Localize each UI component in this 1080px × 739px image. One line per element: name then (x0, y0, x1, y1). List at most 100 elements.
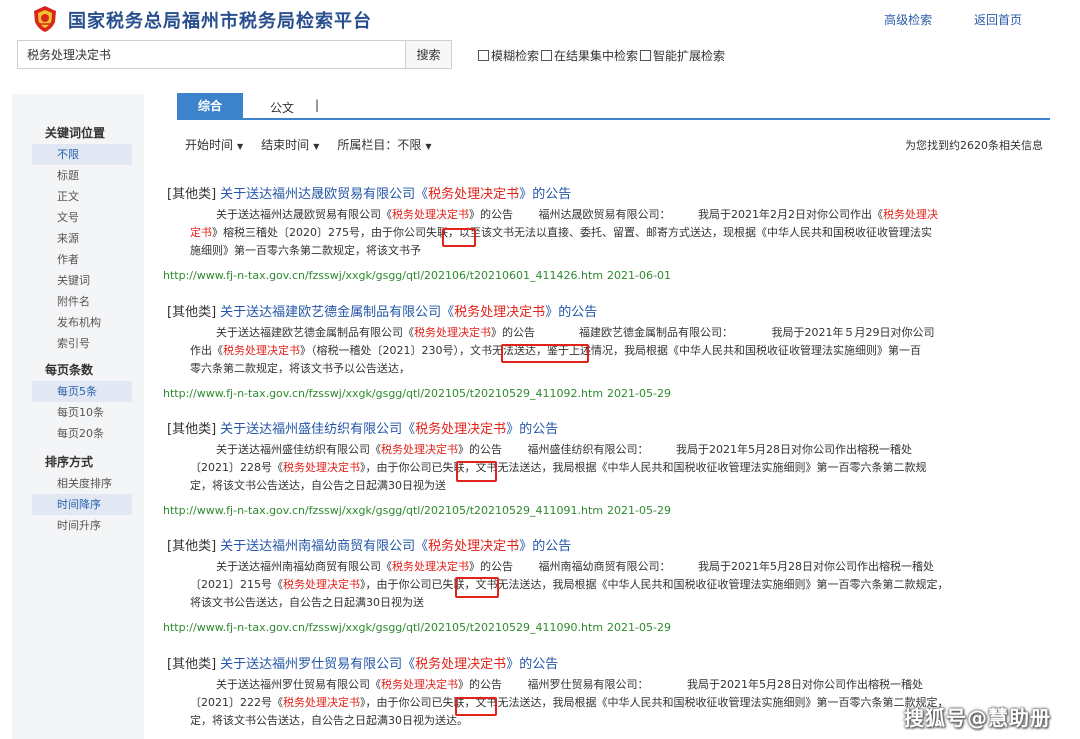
snippet-highlight: 税务处理决 (883, 208, 938, 221)
snippet-text: 》，由于你公司已失联，文书无法送达，我局根据《中华人民共和国税收征收管理法实施细… (360, 461, 927, 474)
search-in-results-label: 在结果集中检索 (554, 49, 639, 63)
result-snippet-line: 施细则》第一百零六条第二款规定，将该文书予 (190, 242, 421, 258)
result-url-text: http://www.fj-n-tax.gov.cn/fzsswj/xxgk/g… (163, 621, 604, 634)
start-time-label: 开始时间 (185, 138, 234, 152)
result-title-part: 税务处理决定书 (415, 657, 507, 672)
sidebar-item-kw-any[interactable]: 不限 (32, 144, 132, 165)
back-home-link[interactable]: 返回首页 (974, 13, 1022, 27)
sidebar-item-sort-time-asc[interactable]: 时间升序 (12, 515, 144, 536)
result-category: [其他类] (167, 187, 217, 202)
sidebar-item-kw-attachment[interactable]: 附件名 (12, 291, 144, 312)
snippet-text: 〔2021〕228号《 (190, 461, 283, 474)
header: 国家税务总局福州市税务局检索平台 高级检索 返回首页 (0, 0, 1080, 38)
caret-down-icon: ▼ (425, 142, 432, 151)
sidebar-item-sort-time-desc[interactable]: 时间降序 (32, 494, 132, 515)
search-options: 模糊检索 在结果集中检索 智能扩展检索 (478, 47, 727, 64)
result-title-part: 关于送达福州罗仕贸易有限公司《 (220, 657, 416, 672)
snippet-text: 零六条第二款规定，将该文书予以公告送达， (190, 362, 410, 375)
annotation-box (442, 228, 476, 247)
sidebar-item-per-page-10[interactable]: 每页10条 (12, 402, 144, 423)
sidebar-item-per-page-5[interactable]: 每页5条 (32, 381, 132, 402)
tax-emblem-icon (34, 6, 56, 32)
snippet-text: 》的公告 福州南福幼商贸有限公司： 我局于2021年5月28日对你公司作出榕税一… (469, 560, 934, 573)
snippet-text: 定，将该文书公告送达，自公告之日起满30日视为送达。 (190, 714, 468, 727)
result-snippet-line: 将该文书公告送达，自公告之日起满30日视为送 (190, 594, 424, 610)
result-title-part: 关于送达福建欧艺德金属制品有限公司《 (220, 305, 455, 320)
snippet-text: 〔2021〕222号《 (190, 696, 283, 709)
sidebar-group-title: 关键词位置 (45, 126, 106, 140)
fuzzy-search-checkbox[interactable] (478, 50, 489, 61)
snippet-text: 》榕税三稽处〔2020〕275号，由于你公司失联，以至该文书无法以直接、委托、留… (212, 226, 932, 239)
sidebar-item-kw-source[interactable]: 来源 (12, 228, 144, 249)
snippet-highlight: 税务处理决定书 (414, 326, 491, 339)
result-title-link[interactable]: [其他类] 关于送达福建欧艺德金属制品有限公司《税务处理决定书》的公告 (167, 301, 597, 320)
smart-expand-option[interactable]: 智能扩展检索 (640, 47, 725, 64)
annotation-box (456, 461, 497, 482)
result-snippet-line: 〔2021〕215号《税务处理决定书》，由于你公司已失联，文书无法送达，我局根据… (190, 576, 949, 592)
snippet-highlight: 税务处理决定书 (223, 344, 300, 357)
result-title-link[interactable]: [其他类] 关于送达福州盛佳纺织有限公司《税务处理决定书》的公告 (167, 418, 558, 437)
column-filter[interactable]: 所属栏目：不限 ▼ (337, 136, 431, 153)
tab-documents[interactable]: 公文 (270, 99, 294, 116)
sidebar-item-kw-keyword[interactable]: 关键词 (12, 270, 144, 291)
sidebar-item-kw-title[interactable]: 标题 (12, 165, 144, 186)
tab-all[interactable]: 综合 (177, 93, 243, 120)
result-title-link[interactable]: [其他类] 关于送达福州达晟欧贸易有限公司《税务处理决定书》的公告 (167, 183, 571, 202)
search-input[interactable] (17, 40, 405, 69)
sidebar-item-kw-body[interactable]: 正文 (12, 186, 144, 207)
search-in-results-checkbox[interactable] (541, 50, 553, 61)
sidebar-item-kw-author[interactable]: 作者 (12, 249, 144, 270)
snippet-text: 将该文书公告送达，自公告之日起满30日视为送 (190, 596, 424, 609)
result-category: [其他类] (167, 539, 217, 554)
search-button[interactable]: 搜索 (405, 40, 452, 69)
snippet-text: 作出《 (190, 344, 223, 357)
sidebar-item-kw-publisher[interactable]: 发布机构 (12, 312, 144, 333)
column-filter-label: 所属栏目：不限 (337, 138, 422, 152)
result-url[interactable]: http://www.fj-n-tax.gov.cn/fzsswj/xxgk/g… (163, 387, 671, 400)
snippet-text: 》的公告 福州盛佳纺织有限公司： 我局于2021年5月28日对你公司作出榕税一稽… (458, 443, 912, 456)
sidebar-item-kw-index[interactable]: 索引号 (12, 333, 144, 354)
result-snippet-line: 定书》榕税三稽处〔2020〕275号，由于你公司失联，以至该文书无法以直接、委托… (190, 224, 932, 240)
smart-expand-label: 智能扩展检索 (653, 49, 726, 63)
annotation-box (455, 697, 497, 716)
result-url-text: http://www.fj-n-tax.gov.cn/fzsswj/xxgk/g… (163, 504, 604, 517)
start-time-filter[interactable]: 开始时间 ▼ (185, 136, 243, 153)
result-title-part: 税务处理决定书 (428, 539, 520, 554)
end-time-filter[interactable]: 结束时间 ▼ (261, 136, 319, 153)
result-tabs: 综合 公文 | (177, 93, 1050, 120)
result-title-link[interactable]: [其他类] 关于送达福州罗仕贸易有限公司《税务处理决定书》的公告 (167, 653, 558, 672)
search-in-results-option[interactable]: 在结果集中检索 (541, 47, 638, 64)
result-url[interactable]: http://www.fj-n-tax.gov.cn/fzsswj/xxgk/g… (163, 621, 671, 634)
result-title-part: 关于送达福州盛佳纺织有限公司《 (220, 422, 416, 437)
snippet-highlight: 定书 (190, 226, 212, 239)
snippet-highlight: 税务处理决定书 (283, 696, 360, 709)
result-title-part: 》的公告 (506, 422, 559, 437)
result-snippet-line: 关于送达福州罗仕贸易有限公司《税务处理决定书》的公告 福州罗仕贸易有限公司： 我… (216, 676, 923, 692)
result-title-part: 》的公告 (519, 539, 572, 554)
snippet-text: 关于送达福州罗仕贸易有限公司《 (216, 678, 381, 691)
result-date: 2021-05-29 (607, 621, 671, 634)
smart-expand-checkbox[interactable] (640, 50, 652, 61)
result-snippet-line: 定，将该文书公告送达，自公告之日起满30日视为送 (190, 477, 446, 493)
sidebar-item-sort-relevance[interactable]: 相关度排序 (12, 473, 144, 494)
result-snippet-line: 关于送达福州南福幼商贸有限公司《税务处理决定书》的公告 福州南福幼商贸有限公司：… (216, 558, 934, 574)
snippet-highlight: 税务处理决定书 (392, 560, 469, 573)
sidebar-item-kw-docno[interactable]: 文号 (12, 207, 144, 228)
result-title-part: 税务处理决定书 (415, 422, 507, 437)
result-category: [其他类] (167, 305, 217, 320)
advanced-search-link[interactable]: 高级检索 (884, 13, 932, 27)
result-title-part: 关于送达福州达晟欧贸易有限公司《 (220, 187, 429, 202)
snippet-text: 关于送达福州达晟欧贸易有限公司《 (216, 208, 392, 221)
sidebar-item-per-page-20[interactable]: 每页20条 (12, 423, 144, 444)
result-title-link[interactable]: [其他类] 关于送达福州南福幼商贸有限公司《税务处理决定书》的公告 (167, 535, 571, 554)
result-count: 为您找到约2620条相关信息 (905, 139, 1043, 152)
result-url[interactable]: http://www.fj-n-tax.gov.cn/fzsswj/xxgk/g… (163, 269, 671, 282)
sidebar-group-title: 每页条数 (45, 363, 94, 377)
result-url[interactable]: http://www.fj-n-tax.gov.cn/fzsswj/xxgk/g… (163, 504, 671, 517)
fuzzy-search-option[interactable]: 模糊检索 (478, 47, 539, 64)
snippet-highlight: 税务处理决定书 (392, 208, 469, 221)
filter-bar: 开始时间 ▼ 结束时间 ▼ 所属栏目：不限 ▼ (185, 136, 450, 153)
watermark: 搜狐号@慧助册 (904, 706, 1051, 730)
snippet-highlight: 税务处理决定书 (381, 443, 458, 456)
caret-down-icon: ▼ (237, 142, 244, 151)
